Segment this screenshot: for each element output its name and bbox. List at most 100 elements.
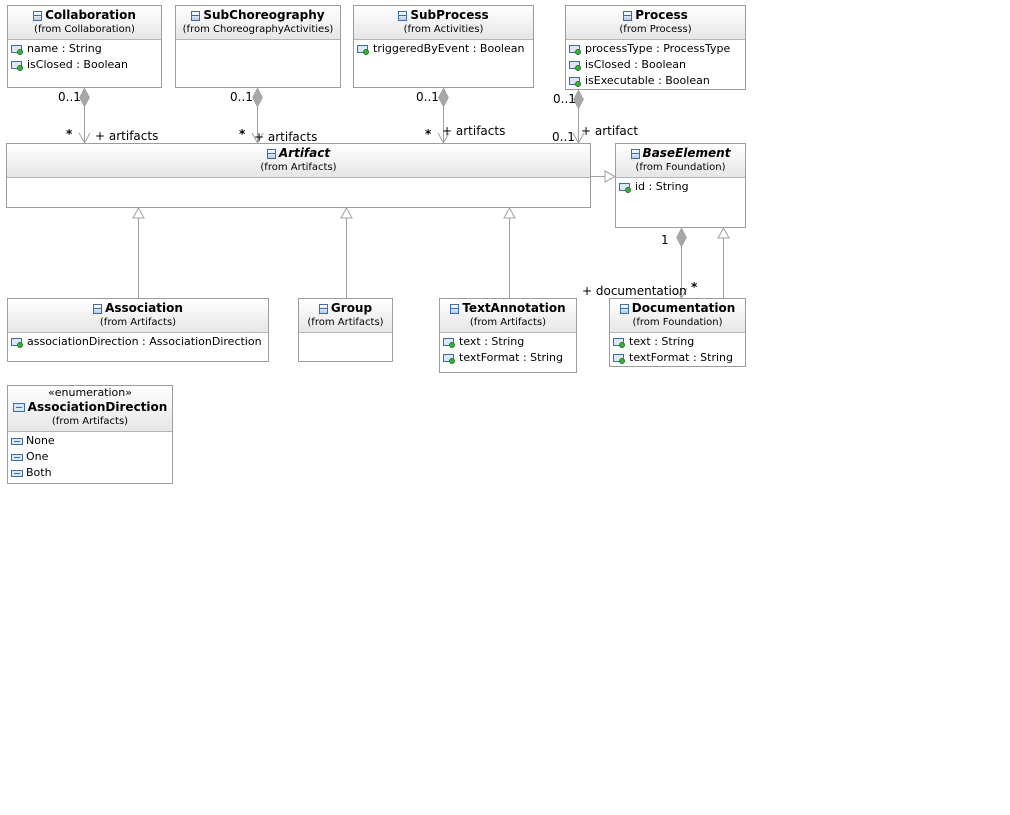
class-subprocess[interactable]: SubProcess (from Activities) triggeredBy… [353,5,534,88]
role-label: + artifacts [254,130,318,144]
class-association[interactable]: Association (from Artifacts) association… [7,298,269,362]
attribute-icon [443,337,456,348]
class-name: Group [330,301,373,315]
class-name: SubProcess [410,8,489,22]
multiplicity-label: 1 [661,233,669,247]
role-label: + artifacts [95,129,159,143]
class-group[interactable]: Group (from Artifacts) [298,298,393,362]
role-label: + artifacts [442,124,506,138]
class-package: (from Artifacts) [260,162,337,173]
class-baseelement[interactable]: BaseElement (from Foundation) id : Strin… [615,143,746,228]
attribute-row[interactable]: text : String [443,334,573,350]
attribute-row[interactable]: name : String [11,41,158,57]
class-process[interactable]: Process (from Process) processType : Pro… [565,5,746,90]
multiplicity-label: 0..1 [58,90,81,104]
class-package: (from ChoreographyActivities) [182,24,334,35]
class-package: (from Activities) [403,24,484,35]
composition-diamond-subprocess [438,87,449,108]
attribute-icon [613,353,626,364]
attribute-icon [619,182,632,193]
enum-literal-row[interactable]: Both [11,465,169,481]
class-name: Process [635,8,688,22]
attribute-icon [11,44,24,55]
class-name: Collaboration [45,8,136,22]
class-package: (from Artifacts) [99,317,177,328]
attribute-row[interactable]: textFormat : String [613,350,742,366]
multiplicity-label: * [239,127,246,141]
attribute-label: textFormat : String [629,351,734,364]
literal-icon [11,437,23,445]
multiplicity-label: * [691,280,698,294]
class-name: TextAnnotation [462,301,566,315]
attribute-row[interactable]: isExecutable : Boolean [569,73,742,89]
class-collaboration[interactable]: Collaboration (from Collaboration) name … [7,5,162,88]
class-icon [623,10,633,21]
multiplicity-label: * [425,127,432,141]
class-name: SubChoreography [203,8,325,22]
literal-label: One [26,450,49,463]
attribute-label: triggeredByEvent : Boolean [373,42,525,55]
class-textannotation[interactable]: TextAnnotation (from Artifacts) text : S… [439,298,577,373]
attribute-label: text : String [629,335,695,348]
attribute-icon [569,60,582,71]
attribute-icon [569,76,582,87]
class-icon [450,303,460,314]
class-icon [33,10,43,21]
class-icon [398,10,408,21]
attribute-icon [11,60,24,71]
enum-literal-row[interactable]: One [11,449,169,465]
class-name: Association [105,301,183,315]
attribute-row[interactable]: text : String [613,334,742,350]
attribute-row[interactable]: associationDirection : AssociationDirect… [11,334,265,350]
class-icon [266,148,276,159]
attribute-label: name : String [27,42,102,55]
attribute-row[interactable]: processType : ProcessType [569,41,742,57]
role-label: + artifact [581,124,639,138]
multiplicity-label: 0..1 [230,90,253,104]
attribute-label: id : String [635,180,689,193]
attribute-row[interactable]: triggeredByEvent : Boolean [357,41,530,57]
class-package: (from Collaboration) [34,24,135,35]
literal-label: None [26,434,55,447]
attribute-label: isClosed : Boolean [585,58,686,71]
attribute-icon [569,44,582,55]
class-icon [318,303,328,314]
attribute-row[interactable]: isClosed : Boolean [569,57,742,73]
enum-associationdirection[interactable]: «enumeration» AssociationDirection (from… [7,385,173,484]
literal-icon [11,469,23,477]
attribute-label: isExecutable : Boolean [585,74,710,87]
class-name: BaseElement [642,146,731,160]
class-documentation[interactable]: Documentation (from Foundation) text : S… [609,298,746,367]
enum-name: AssociationDirection [27,400,168,414]
attribute-icon [443,353,456,364]
composition-diamond-collaboration [79,87,90,108]
role-label: + documentation [582,284,687,298]
class-icon [93,303,103,314]
multiplicity-label: 0..1 [416,90,439,104]
class-package: (from Process) [619,24,692,35]
composition-diamond-subchoreography [252,87,263,108]
class-icon [630,148,640,159]
class-package: (from Foundation) [632,317,723,328]
multiplicity-label: 0..1 [552,130,575,144]
attribute-icon [11,337,24,348]
attribute-row[interactable]: textFormat : String [443,350,573,366]
class-icon [191,10,201,21]
class-package: (from Artifacts) [307,317,384,328]
multiplicity-label: 0..1 [553,92,576,106]
enumeration-icon [12,403,25,412]
attribute-row[interactable]: id : String [619,179,742,195]
class-artifact[interactable]: Artifact (from Artifacts) [6,143,591,208]
class-package: (from Artifacts) [469,317,547,328]
attribute-icon [357,44,370,55]
attribute-icon [613,337,626,348]
class-package: (from Foundation) [635,162,726,173]
enum-literal-row[interactable]: None [11,433,169,449]
attribute-label: textFormat : String [459,351,564,364]
literal-label: Both [26,466,52,479]
attribute-label: processType : ProcessType [585,42,731,55]
attribute-row[interactable]: isClosed : Boolean [11,57,158,73]
class-subchoreography[interactable]: SubChoreography (from ChoreographyActivi… [175,5,341,88]
class-name: Documentation [631,301,736,315]
attribute-label: isClosed : Boolean [27,58,128,71]
